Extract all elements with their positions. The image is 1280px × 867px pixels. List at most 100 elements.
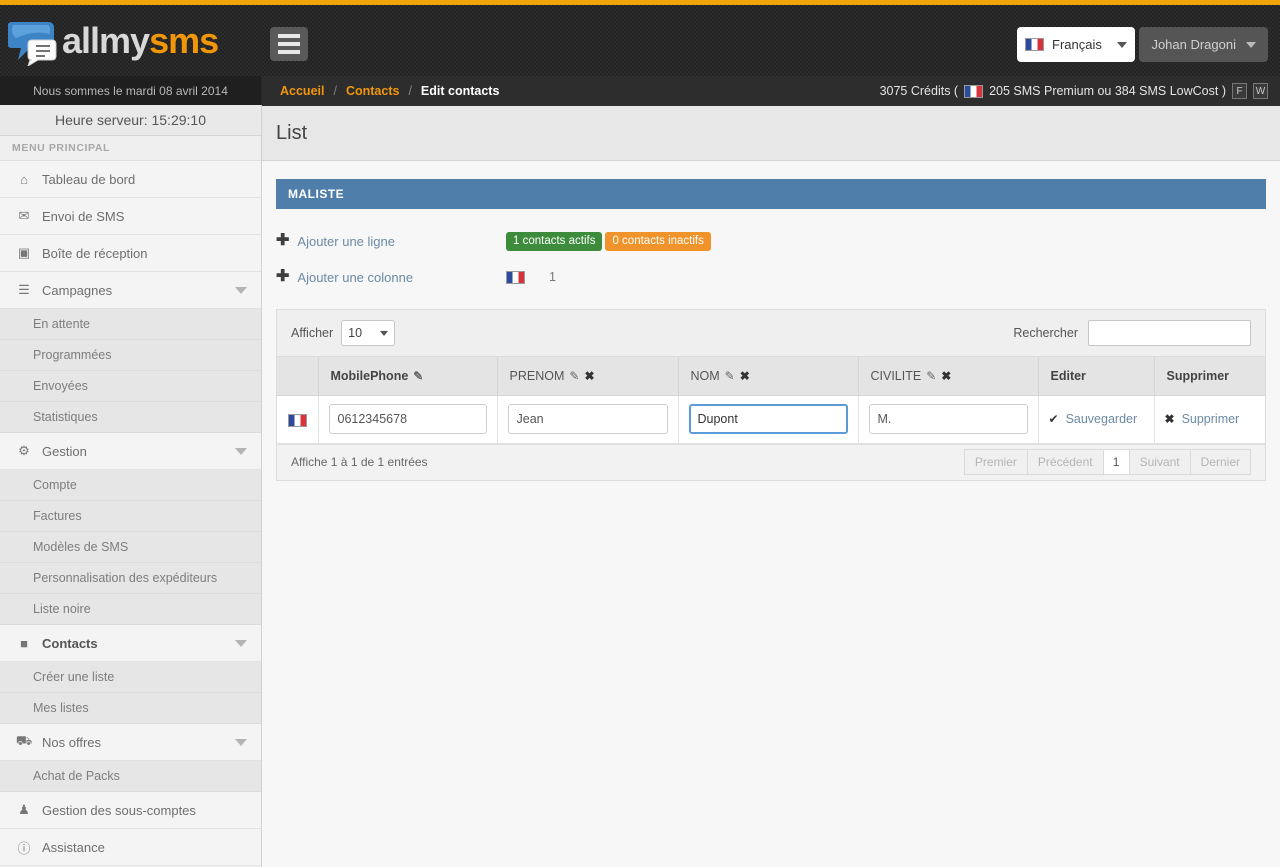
inactive-contacts-badge: 0 contacts inactifs [605, 231, 711, 251]
remove-column-icon[interactable]: ✖ [584, 369, 594, 383]
sidebar-subitem-10[interactable]: Factures [0, 501, 261, 532]
sidebar-subitem-4[interactable]: En attente [0, 309, 261, 340]
breadcrumb-separator-2: / [408, 84, 412, 98]
breadcrumb-current: Edit contacts [420, 84, 500, 98]
envelope-icon: ✉ [18, 208, 30, 223]
sidebar-item-label: Contacts [42, 635, 98, 651]
nom-input[interactable] [688, 404, 848, 434]
user-name: Johan Dragoni [1151, 37, 1236, 52]
sidebar-item-17[interactable]: ⛟ Nos offres [0, 724, 261, 761]
mobilephone-input[interactable] [328, 404, 487, 434]
pagination-button-4[interactable]: Dernier [1190, 450, 1250, 474]
sidebar-subitem-9[interactable]: Compte [0, 470, 261, 501]
sidebar-nav: MENU PRINCIPAL ⌂ Tableau de bord ✉ Envoi de… [0, 136, 262, 867]
chevron-down-icon [1117, 41, 1127, 48]
sidebar-subitem-6[interactable]: Envoyées [0, 371, 261, 402]
add-column-button[interactable]: ✚ Ajouter une colonne [276, 269, 506, 285]
twitter-share-button[interactable]: W [1253, 83, 1268, 99]
table-footer: Affiche 1 à 1 de 1 entrées Premier Précéd… [277, 443, 1265, 480]
column-header-mobilephone: MobilePhone ✎ [318, 357, 498, 396]
pencil-icon[interactable]: ✎ [926, 369, 936, 383]
breadcrumb-contacts[interactable]: Contacts [346, 84, 399, 98]
contacts-table: MobilePhone ✎ PRENOM ✎ ✖ NOM ✎ ✖ CIVILITE ✎ ✖ E… [277, 357, 1265, 444]
column-label: NOM [690, 368, 720, 383]
column-header-flag [277, 357, 319, 396]
sidebar-subitem-label: Factures [33, 509, 82, 523]
sidebar-item-3[interactable]: ☰ Campagnes [0, 272, 261, 309]
cell-supprimer: ✖ Supprimer [1154, 395, 1265, 444]
search-input[interactable] [1088, 320, 1251, 346]
sidebar-item-label: Campagnes [42, 282, 113, 298]
sidebar-subitem-label: Programmées [33, 348, 112, 362]
save-label: Sauvegarder [1065, 412, 1138, 426]
column-label: CIVILITE [870, 368, 922, 383]
pencil-icon[interactable]: ✎ [569, 369, 579, 383]
sidebar-subitem-11[interactable]: Modèles de SMS [0, 532, 261, 563]
pagination-button-0[interactable]: Premier [964, 450, 1028, 474]
sidebar-item-label: Envoi de SMS [42, 208, 125, 224]
add-row-line: ✚ Ajouter une ligne 1 contacts actifs 0 … [276, 223, 1266, 259]
cell-nom [678, 395, 859, 444]
sidebar-subitem-7[interactable]: Statistiques [0, 402, 261, 433]
breadcrumb-home[interactable]: Accueil [280, 84, 324, 98]
column-header-prenom: PRENOM ✎ ✖ [497, 357, 679, 396]
current-date: Nous sommes le mardi 08 avril 2014 [0, 76, 262, 105]
cell-editer: ✔ Sauvegarder [1038, 395, 1155, 444]
contact-badges: 1 contacts actifs 0 contacts inactifs [506, 231, 711, 251]
pagination-button-1[interactable]: Précédent [1027, 450, 1104, 474]
sidebar-subitem-16[interactable]: Mes listes [0, 693, 261, 724]
pagination-button-2[interactable]: 1 [1103, 450, 1130, 474]
cell-flag [277, 395, 319, 444]
country-count-value: 1 [549, 270, 556, 284]
page-length-value: 10 [348, 326, 363, 340]
chevron-down-icon [235, 286, 247, 294]
sidebar-item-0[interactable]: ⌂ Tableau de bord [0, 161, 261, 198]
remove-column-icon[interactable]: ✖ [740, 369, 750, 383]
column-header-supprimer: Supprimer [1154, 357, 1265, 396]
sidebar-subitem-label: Achat de Packs [33, 769, 120, 783]
sidebar-subitem-15[interactable]: Créer une liste [0, 662, 261, 693]
cell-civilite [858, 395, 1039, 444]
sidebar-item-8[interactable]: ⚙ Gestion [0, 433, 261, 470]
prenom-input[interactable] [507, 404, 668, 434]
user-menu[interactable]: Johan Dragoni [1139, 27, 1268, 62]
save-button[interactable]: ✔ Sauvegarder [1049, 412, 1144, 426]
facebook-share-button[interactable]: F [1232, 83, 1247, 99]
sidebar-subitem-5[interactable]: Programmées [0, 340, 261, 371]
sidebar-item-19[interactable]: ♟ Gestion des sous-comptes [0, 792, 261, 829]
column-label: MobilePhone [330, 368, 409, 383]
sidebar-item-14[interactable]: ■ Contacts [0, 625, 261, 662]
sidebar-subitem-12[interactable]: Personnalisation des expéditeurs [0, 563, 261, 594]
breadcrumb-bar: Accueil / Contacts / Edit contacts 3075 … [262, 76, 1280, 106]
sidebar-subitem-label: Statistiques [33, 410, 98, 424]
column-header-editer: Editer [1038, 357, 1155, 396]
active-contacts-badge: 1 contacts actifs [506, 231, 603, 251]
sidebar-subitem-label: Créer une liste [33, 670, 115, 684]
civilite-input[interactable] [868, 404, 1028, 434]
pagination-button-3[interactable]: Suivant [1129, 450, 1191, 474]
sidebar-subitem-18[interactable]: Achat de Packs [0, 761, 261, 792]
pencil-icon[interactable]: ✎ [725, 369, 735, 383]
page-length-select[interactable]: 10 [341, 320, 396, 346]
sidebar-subitem-label: Mes listes [33, 701, 89, 715]
country-count: 1 [506, 270, 556, 284]
add-column-label: Ajouter une colonne [297, 269, 414, 285]
france-flag-icon [287, 413, 307, 427]
sidebar-item-1[interactable]: ✉ Envoi de SMS [0, 198, 261, 235]
sidebar-subitem-13[interactable]: Liste noire [0, 594, 261, 625]
sidebar-subitem-label: En attente [33, 317, 90, 331]
sidebar-item-20[interactable]: ⓘ Assistance [0, 829, 261, 866]
remove-column-icon[interactable]: ✖ [941, 369, 951, 383]
language-selector[interactable]: Français [1017, 27, 1135, 62]
search-group: Rechercher [1013, 320, 1251, 346]
caret-down-icon [1246, 41, 1256, 48]
column-header-civilite: CIVILITE ✎ ✖ [858, 357, 1039, 396]
delete-button[interactable]: ✖ Supprimer [1165, 412, 1256, 426]
pencil-icon[interactable]: ✎ [413, 369, 423, 383]
sidebar-item-2[interactable]: ▣ Boîte de réception [0, 235, 261, 272]
hamburger-menu-icon[interactable] [270, 27, 308, 61]
add-row-button[interactable]: ✚ Ajouter une ligne [276, 233, 506, 249]
table-header-row: MobilePhone ✎ PRENOM ✎ ✖ NOM ✎ ✖ CIVILITE ✎ ✖ E… [277, 357, 1265, 396]
user-icon: ♟ [18, 802, 30, 817]
logo[interactable]: allmysms [0, 5, 262, 76]
